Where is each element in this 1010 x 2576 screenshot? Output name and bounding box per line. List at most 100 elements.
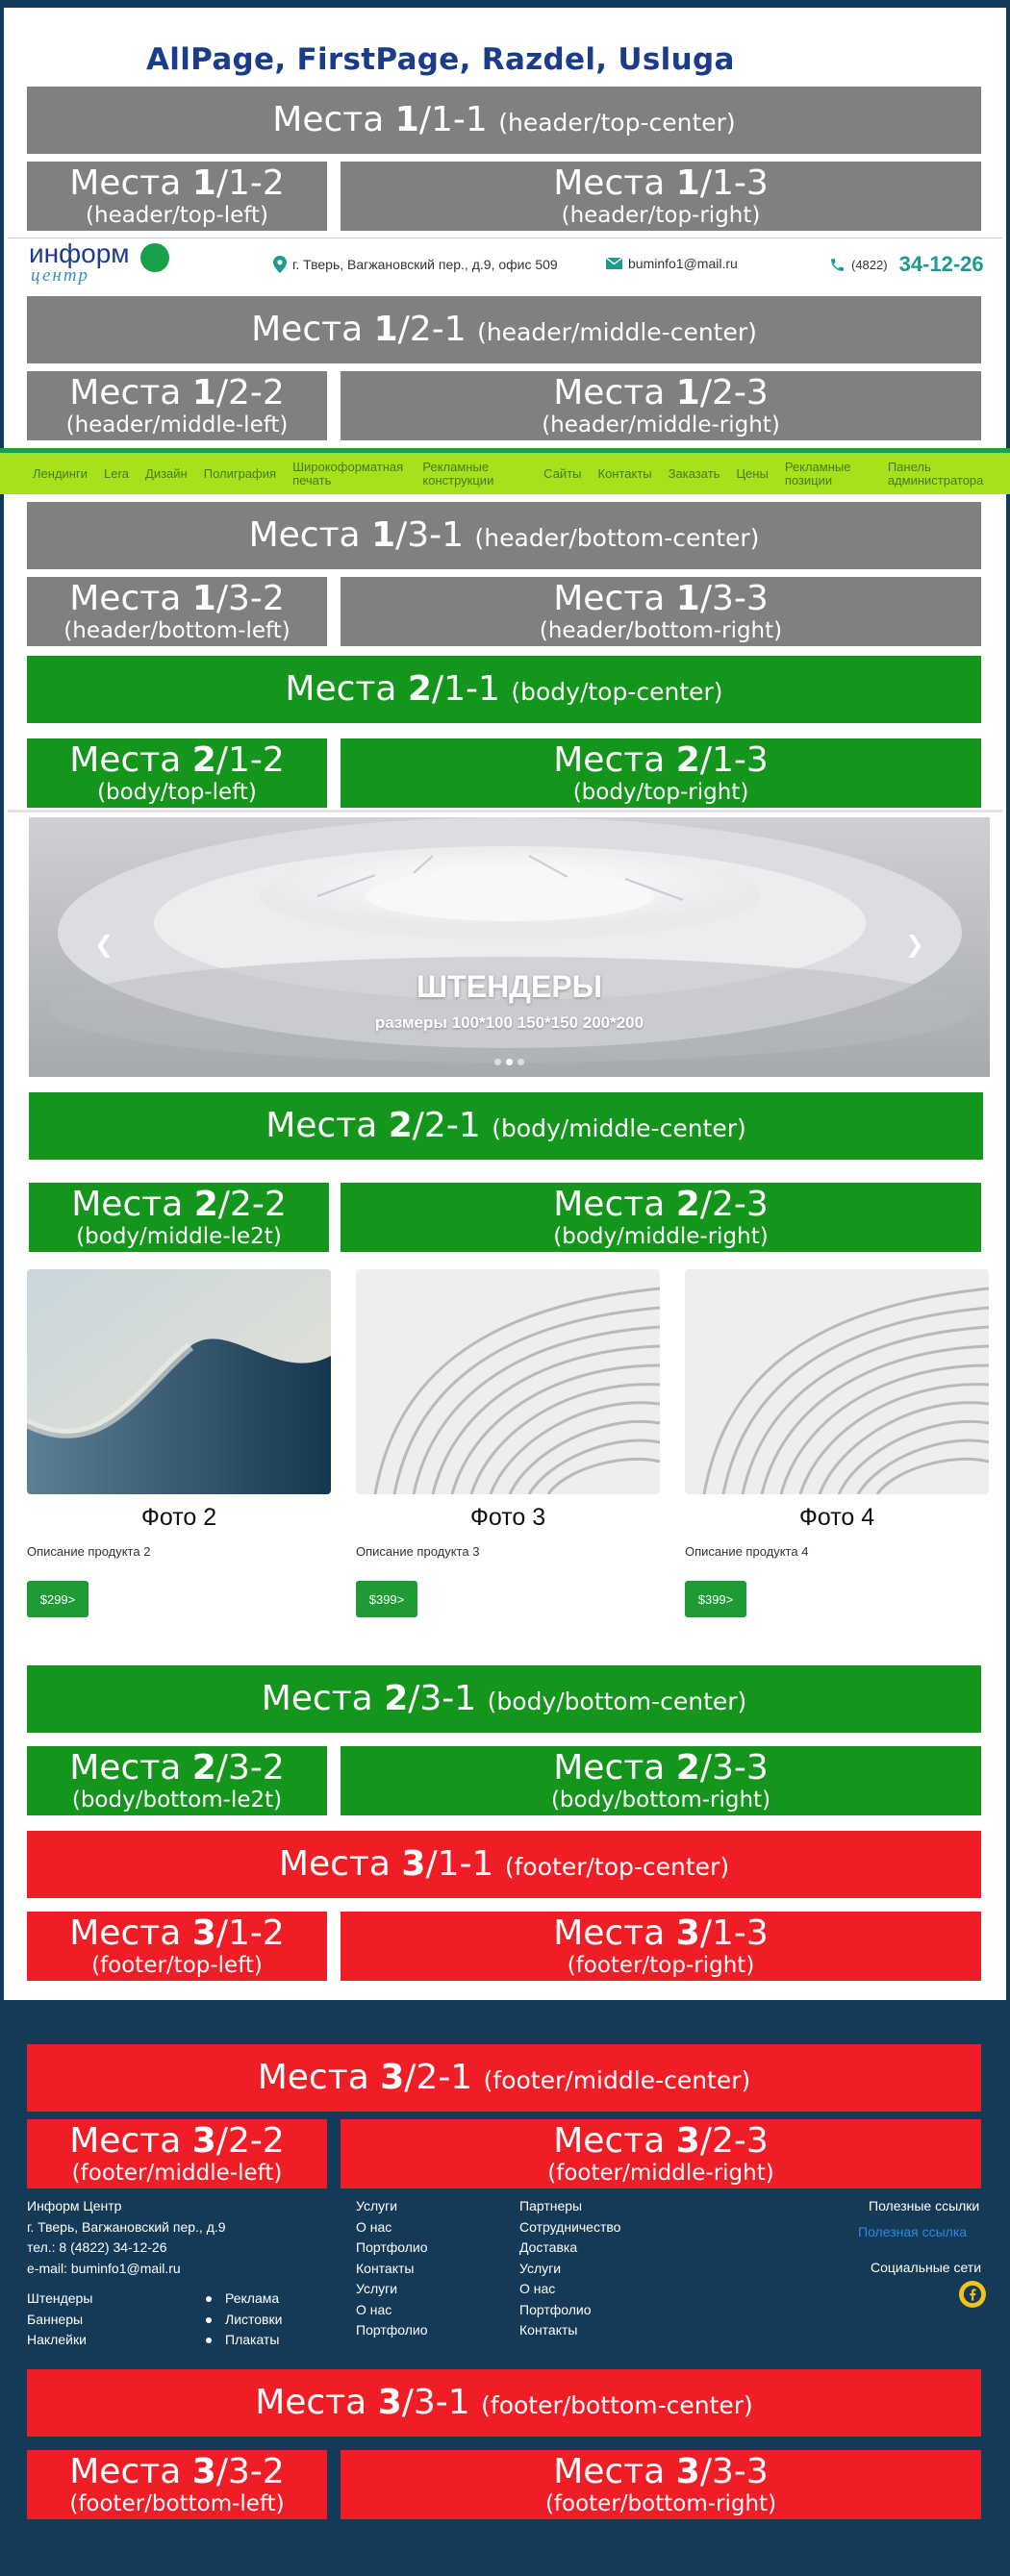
slot-word: Места: [71, 1185, 184, 1225]
email[interactable]: buminfo1@mail.ru: [606, 256, 738, 271]
nav-item[interactable]: Широкоформатная печать: [292, 460, 406, 487]
nav-item[interactable]: Заказать: [669, 467, 720, 481]
email-text[interactable]: buminfo1@mail.ru: [628, 256, 738, 271]
slot-word: Места: [69, 373, 182, 413]
slot-label: (footer/top-center): [504, 1853, 730, 1882]
slot-title: Места 1/2-1 (header/middle-center): [251, 312, 757, 348]
footer-link[interactable]: О нас: [356, 2300, 428, 2321]
slot-number: 3: [380, 2058, 405, 2098]
slot-number: 1: [191, 579, 216, 619]
slot-label: (body/top-left): [97, 779, 257, 805]
footer-link[interactable]: Листовки: [204, 2310, 282, 2331]
slot-title: Места 3/2-2: [69, 2123, 285, 2160]
footer-link[interactable]: О нас: [356, 2217, 428, 2238]
logo[interactable]: информ центр: [27, 238, 181, 290]
slot-position: /2-1: [404, 2058, 473, 2098]
product-image[interactable]: [356, 1269, 660, 1494]
footer-link[interactable]: Плакаты: [204, 2330, 282, 2351]
slot-title: Места 1/3-1 (header/bottom-center): [249, 517, 760, 554]
product-card: Фото 2 Описание продукта 2 $299>: [27, 1269, 331, 1625]
nav-item[interactable]: Полиграфия: [204, 467, 276, 481]
slider-dot[interactable]: [494, 1059, 501, 1065]
image-slider[interactable]: ❮ ❯ ШТЕНДЕРЫ размеры 100*100 150*150 200…: [29, 817, 990, 1077]
footer-link[interactable]: Баннеры: [27, 2310, 226, 2331]
phone[interactable]: (4822) 34-12-26: [829, 252, 984, 277]
slot-3-2-1: Места 3/2-1 (footer/middle-center): [27, 2044, 981, 2112]
slider-prev-icon[interactable]: ❮: [94, 931, 114, 958]
slot-word: Места: [261, 1679, 373, 1719]
nav-item[interactable]: Lera: [104, 467, 129, 481]
slot-2-1-1: Места 2/1-1 (body/top-center): [27, 656, 981, 723]
page-title: AllPage, FirstPage, Razdel, Usluga: [146, 42, 735, 77]
slot-title: Места 3/2-3: [553, 2123, 769, 2160]
footer-link[interactable]: Доставка: [519, 2238, 620, 2259]
slot-label: (body/middle-right): [553, 1223, 769, 1249]
price-button[interactable]: $399>: [685, 1581, 746, 1617]
facebook-icon[interactable]: [959, 2281, 986, 2308]
slot-label: (header/bottom-center): [474, 524, 760, 553]
nav-item[interactable]: Рекламные конструкции: [422, 460, 527, 487]
slider-dot[interactable]: [518, 1059, 524, 1065]
footer-link[interactable]: Контакты: [519, 2320, 620, 2341]
footer-email[interactable]: e-mail: buminfo1@mail.ru: [27, 2259, 226, 2280]
slider-next-icon[interactable]: ❯: [905, 931, 924, 958]
footer-link[interactable]: Услуги: [356, 2279, 428, 2300]
footer-link[interactable]: Услуги: [356, 2196, 428, 2217]
nav-item[interactable]: Лендинги: [33, 467, 88, 481]
footer-link[interactable]: Услуги: [519, 2259, 620, 2280]
footer-useful-title: Полезные ссылки: [869, 2198, 980, 2213]
footer-link[interactable]: Штендеры: [27, 2288, 226, 2310]
product-image[interactable]: [27, 1269, 331, 1494]
slot-2-2-2: Места 2/2-2 (body/middle-le2t): [29, 1183, 329, 1252]
slot-position: /2-2: [215, 2121, 285, 2162]
slot-number: 1: [675, 163, 700, 204]
nav-item[interactable]: Рекламные позиции: [785, 460, 871, 487]
slot-position: /2-1: [412, 1106, 481, 1146]
slot-title: Места 3/3-3: [553, 2454, 769, 2490]
footer-col-3: Партнеры Сотрудничество Доставка Услуги О на…: [519, 2196, 620, 2341]
slot-position: /2-3: [699, 2121, 769, 2162]
footer-link[interactable]: Партнеры: [519, 2196, 620, 2217]
slot-title: Места 3/1-2: [69, 1915, 285, 1952]
slot-word: Места: [553, 1913, 666, 1954]
footer-link[interactable]: Портфолио: [356, 2238, 428, 2259]
slot-position: /3-3: [699, 2452, 769, 2492]
slot-position: /3-1: [408, 1679, 477, 1719]
footer-link[interactable]: Портфолио: [356, 2320, 428, 2341]
footer-link[interactable]: Сотрудничество: [519, 2217, 620, 2238]
price-button[interactable]: $399>: [356, 1581, 417, 1617]
footer-phone[interactable]: тел.: 8 (4822) 34-12-26: [27, 2238, 226, 2259]
slot-2-3-2: Места 2/3-2 (body/bottom-le2t): [27, 1746, 327, 1815]
price-button[interactable]: $299>: [27, 1581, 88, 1617]
footer-link[interactable]: Реклама: [204, 2288, 282, 2310]
slot-position: /3-1: [401, 2383, 470, 2423]
slot-1-1-3: Места 1/1-3 (header/top-right): [341, 162, 981, 231]
slot-label: (body/bottom-right): [550, 1787, 771, 1813]
footer-link[interactable]: Наклейки: [27, 2330, 226, 2351]
logo-dot-icon: [140, 243, 169, 272]
nav-item[interactable]: Контакты: [598, 467, 652, 481]
nav-item[interactable]: Сайты: [543, 467, 581, 481]
product-image[interactable]: [685, 1269, 989, 1494]
slot-3-2-2: Места 3/2-2 (footer/middle-left): [27, 2119, 327, 2188]
slot-title: Места 3/2-1 (footer/middle-center): [258, 2060, 751, 2096]
slot-position: /1-2: [215, 1913, 285, 1954]
slot-label: (body/middle-le2t): [76, 1223, 282, 1249]
slot-2-3-3: Места 2/3-3 (body/bottom-right): [341, 1746, 981, 1815]
product-title: Фото 2: [140, 1504, 217, 1531]
slider-dot[interactable]: [506, 1059, 513, 1065]
footer-link[interactable]: Контакты: [356, 2259, 428, 2280]
slot-number: 1: [675, 579, 700, 619]
envelope-icon: [606, 258, 622, 269]
nav-item[interactable]: Дизайн: [145, 467, 188, 481]
slot-number: 3: [191, 2121, 216, 2162]
nav-item[interactable]: Цены: [736, 467, 768, 481]
nav-item[interactable]: Панель администратора: [888, 460, 994, 487]
slot-word: Места: [69, 1913, 182, 1954]
footer-useful-link[interactable]: Полезная ссылка: [858, 2222, 967, 2243]
footer-link[interactable]: О нас: [519, 2279, 620, 2300]
footer-link[interactable]: Портфолио: [519, 2300, 620, 2321]
slot-position: /1-3: [699, 740, 769, 781]
slot-number: 1: [191, 373, 216, 413]
slot-word: Места: [257, 2058, 369, 2098]
